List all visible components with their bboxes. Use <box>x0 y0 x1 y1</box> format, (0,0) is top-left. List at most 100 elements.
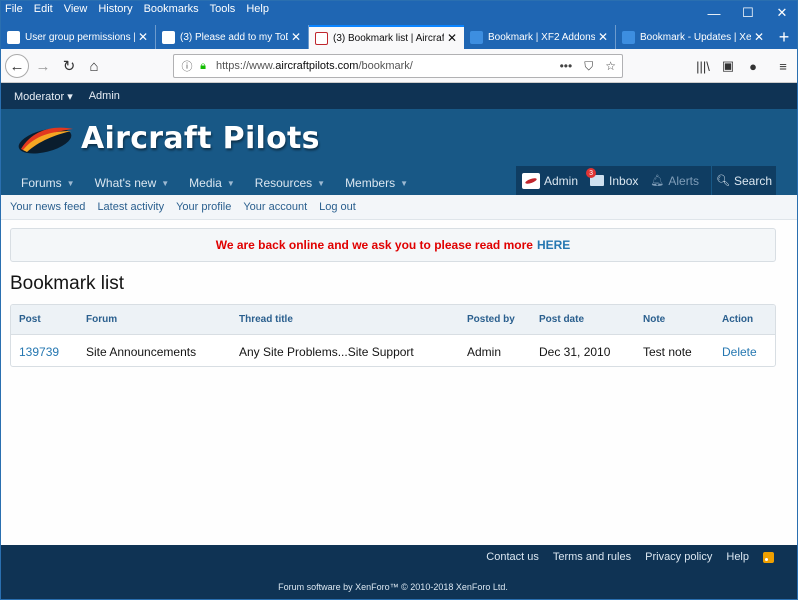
col-forum[interactable]: Forum <box>86 314 117 325</box>
bell-icon: 🔔︎ <box>650 175 665 187</box>
nav-resources[interactable]: Resources ▼ <box>245 171 335 195</box>
col-action[interactable]: Action <box>722 314 753 325</box>
post-link[interactable]: 139739 <box>19 345 59 359</box>
delete-link[interactable]: Delete <box>722 345 757 359</box>
close-tab-icon[interactable]: ✕ <box>751 30 767 44</box>
menu-bar: File Edit View History Bookmarks Tools H… <box>1 1 797 25</box>
favicon-icon <box>622 30 635 44</box>
user-nav: Admin 3 Inbox 🔔︎ Alerts <box>516 166 712 195</box>
footer-terms[interactable]: Terms and rules <box>553 551 631 563</box>
library-icon[interactable]: |||\ <box>691 54 715 78</box>
avatar <box>522 172 540 189</box>
menu-history[interactable]: History <box>98 3 132 15</box>
notice-text: We are back online and we ask you to ple… <box>215 238 533 252</box>
close-window-button[interactable]: ✕ <box>765 1 797 25</box>
posted-by-cell: Admin <box>467 345 502 359</box>
col-thread-title[interactable]: Thread title <box>239 314 293 325</box>
inbox-badge: 3 <box>586 168 597 178</box>
url-bar[interactable]: ⓘ 🔒︎ https://www.aircraftpilots.com/book… <box>173 54 623 78</box>
tab-strip: User group permissions | ✕ (3) Please ad… <box>1 25 797 49</box>
arrow-right-icon: → <box>35 57 51 75</box>
tab-todo[interactable]: (3) Please add to my ToDo ✕ <box>156 25 309 49</box>
note-cell: Test note <box>643 345 692 359</box>
sub-nav: Your news feed Latest activity Your prof… <box>1 195 797 220</box>
reload-button[interactable]: ↻ <box>57 54 81 78</box>
nav-whats-new[interactable]: What's new ▼ <box>85 171 180 195</box>
menu-help[interactable]: Help <box>246 3 269 15</box>
moderator-menu[interactable]: Moderator ▾ <box>14 90 73 103</box>
post-date-cell: Dec 31, 2010 <box>539 345 611 359</box>
favicon-icon <box>7 30 20 44</box>
col-note[interactable]: Note <box>643 314 665 325</box>
new-tab-button[interactable]: + <box>769 25 797 49</box>
back-button[interactable]: ← <box>5 54 29 78</box>
favicon-icon <box>162 30 175 44</box>
extension-icon[interactable]: ● <box>741 54 765 78</box>
forward-button[interactable]: → <box>31 54 55 78</box>
sidebar-icon[interactable]: ▣ <box>716 54 740 78</box>
reload-icon: ↻ <box>62 58 76 75</box>
favicon-icon <box>315 31 328 45</box>
subnav-latest-activity[interactable]: Latest activity <box>97 201 164 213</box>
nav-media[interactable]: Media ▼ <box>179 171 245 195</box>
lock-icon: 🔒︎ <box>200 59 206 72</box>
close-tab-icon[interactable]: ✕ <box>595 30 611 44</box>
copyright-text: Forum software by XenForo™ © 2010-2018 X… <box>278 582 508 592</box>
table-row: 139739 Site Announcements Any Site Probl… <box>11 335 775 366</box>
search-icon: 🔍︎ <box>716 175 730 187</box>
caret-down-icon: ▼ <box>66 178 75 188</box>
envelope-icon: 3 <box>586 168 605 186</box>
tab-xf2-addons[interactable]: Bookmark | XF2 Addons ✕ <box>464 25 616 49</box>
nav-members[interactable]: Members ▼ <box>335 171 418 195</box>
browser-window: File Edit View History Bookmarks Tools H… <box>0 0 798 600</box>
menu-file[interactable]: File <box>5 3 23 15</box>
account-link[interactable]: Admin <box>516 166 584 195</box>
notice-link[interactable]: HERE <box>537 238 570 252</box>
thread-title-cell: Any Site Problems...Site Support <box>239 345 414 359</box>
arrow-left-icon: ← <box>9 57 25 75</box>
minimize-button[interactable]: — <box>697 1 731 25</box>
close-tab-icon[interactable]: ✕ <box>288 30 304 44</box>
col-post-date[interactable]: Post date <box>539 314 584 325</box>
rss-icon[interactable] <box>763 551 774 563</box>
page-title: Bookmark list <box>10 273 125 294</box>
caret-down-icon: ▼ <box>161 178 170 188</box>
home-icon: ⌂ <box>89 57 99 75</box>
menu-edit[interactable]: Edit <box>34 3 53 15</box>
site-logo[interactable]: Aircraft Pilots <box>15 119 320 157</box>
inbox-link[interactable]: 3 Inbox <box>584 166 644 195</box>
subnav-your-account[interactable]: Your account <box>243 201 307 213</box>
pocket-icon[interactable]: ⛉ <box>584 59 593 74</box>
bookmark-star-icon[interactable]: ☆ <box>605 59 616 74</box>
favicon-icon <box>470 30 483 44</box>
tab-bookmark-list[interactable]: (3) Bookmark list | Aircraf ✕ <box>309 25 464 49</box>
tab-bookmark-updates[interactable]: Bookmark - Updates | Xen ✕ <box>616 25 771 49</box>
footer-help[interactable]: Help <box>726 551 749 563</box>
col-post[interactable]: Post <box>19 314 41 325</box>
page-actions-icon[interactable]: ••• <box>560 59 573 74</box>
url-text[interactable]: https://www.aircraftpilots.com/bookmark/ <box>216 60 413 72</box>
menu-view[interactable]: View <box>64 3 88 15</box>
caret-down-icon: ▼ <box>317 178 326 188</box>
tab-user-group-permissions[interactable]: User group permissions | ✕ <box>1 25 156 49</box>
menu-tools[interactable]: Tools <box>210 3 236 15</box>
menu-icon[interactable]: ≡ <box>771 54 795 78</box>
caret-down-icon: ▼ <box>226 178 235 188</box>
home-button[interactable]: ⌂ <box>82 54 106 78</box>
subnav-news-feed[interactable]: Your news feed <box>10 201 85 213</box>
maximize-button[interactable]: ☐ <box>731 1 765 25</box>
subnav-log-out[interactable]: Log out <box>319 201 356 213</box>
search-button[interactable]: 🔍︎ Search <box>712 166 776 195</box>
subnav-your-profile[interactable]: Your profile <box>176 201 231 213</box>
alerts-link[interactable]: 🔔︎ Alerts <box>644 166 705 195</box>
admin-link[interactable]: Admin <box>89 90 120 102</box>
close-tab-icon[interactable]: ✕ <box>135 30 151 44</box>
menu-bookmarks[interactable]: Bookmarks <box>144 3 199 15</box>
close-tab-icon[interactable]: ✕ <box>444 31 460 45</box>
logo-text: Aircraft Pilots <box>81 120 320 156</box>
nav-forums[interactable]: Forums ▼ <box>11 171 85 195</box>
col-posted-by[interactable]: Posted by <box>467 314 515 325</box>
info-icon[interactable]: ⓘ <box>178 58 196 74</box>
footer-privacy[interactable]: Privacy policy <box>645 551 712 563</box>
footer-contact-us[interactable]: Contact us <box>486 551 539 563</box>
